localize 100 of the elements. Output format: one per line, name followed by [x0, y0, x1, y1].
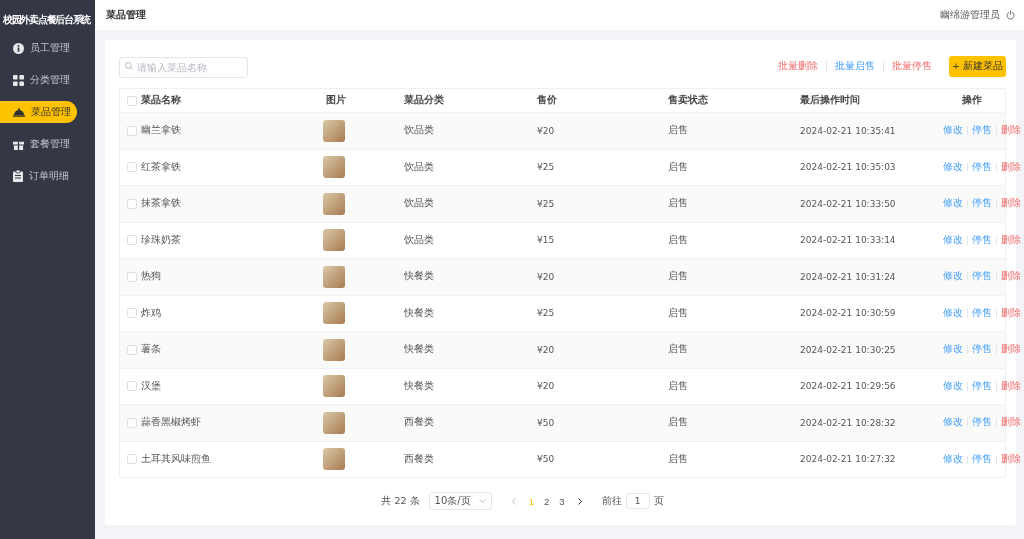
row-action-link[interactable]: 停售: [968, 306, 996, 320]
new-dish-button[interactable]: + 新建菜品: [949, 55, 1006, 77]
row-action-link[interactable]: 停售: [968, 270, 996, 284]
dish-name: 土耳其风味煎鱼: [141, 452, 212, 466]
status-cell-text: 启售: [668, 379, 689, 393]
row-action-link[interactable]: 删除: [997, 233, 1024, 247]
clipboard-icon: [13, 170, 23, 182]
photo-placeholder: [323, 302, 345, 325]
row-checkbox[interactable]: [127, 344, 137, 355]
row-action-link[interactable]: 删除: [997, 379, 1024, 393]
status-cell-text: 启售: [668, 233, 689, 247]
row-action-link[interactable]: 修改: [939, 379, 967, 393]
row-action-link[interactable]: 删除: [997, 416, 1024, 430]
row-action-link[interactable]: 修改: [939, 270, 967, 284]
next-page-icon[interactable]: [577, 497, 582, 505]
row-action-link[interactable]: 停售: [968, 197, 996, 211]
row-action-link[interactable]: 删除: [997, 306, 1024, 320]
category-cell-text: 饮品类: [404, 197, 435, 211]
photo-placeholder: [323, 375, 345, 398]
timestamp-cell-text: 2024-02-21 10:35:03: [800, 162, 897, 173]
page-input[interactable]: 1: [625, 493, 650, 509]
row-action-link[interactable]: 修改: [939, 452, 967, 466]
cloche-icon: [13, 107, 25, 117]
row-checkbox[interactable]: [127, 198, 137, 209]
category-cell-text: 西餐类: [404, 452, 435, 466]
timestamp-cell-text: 2024-02-21 10:30:59: [800, 308, 897, 319]
row-action-link[interactable]: 停售: [968, 233, 996, 247]
price-cell-text: ¥25: [537, 198, 556, 209]
prev-page-icon[interactable]: [511, 497, 516, 505]
page-number[interactable]: 2: [538, 495, 555, 507]
dish-name: 薯条: [141, 343, 162, 357]
category-cell-text: 快餐类: [404, 306, 435, 320]
row-action-link[interactable]: 修改: [939, 306, 967, 320]
row-checkbox[interactable]: [127, 271, 137, 282]
row-action-link[interactable]: 停售: [968, 160, 996, 174]
row-action-link[interactable]: 删除: [997, 452, 1024, 466]
row-checkbox[interactable]: [127, 125, 137, 136]
dish-name: 热狗: [141, 270, 162, 284]
photo-placeholder: [323, 229, 345, 252]
row-action-link[interactable]: 停售: [968, 379, 996, 393]
row-action-link[interactable]: 删除: [997, 124, 1024, 138]
timestamp-cell-text: 2024-02-21 10:31:24: [800, 271, 897, 282]
price-cell-text: ¥20: [537, 344, 556, 355]
row-action-link[interactable]: 删除: [997, 160, 1024, 174]
category-cell-text: 快餐类: [404, 270, 435, 284]
row-action-link[interactable]: 停售: [968, 124, 996, 138]
price-cell-text: ¥50: [537, 454, 556, 465]
timestamp-cell-text: 2024-02-21 10:30:25: [800, 344, 897, 355]
row-checkbox[interactable]: [127, 454, 137, 465]
row-checkbox[interactable]: [127, 308, 137, 319]
sidebar-item[interactable]: 员工管理: [0, 37, 77, 59]
dish-name: 红茶拿铁: [141, 160, 182, 174]
row-checkbox[interactable]: [127, 235, 137, 246]
row-checkbox[interactable]: [127, 162, 137, 173]
info-icon: [13, 42, 24, 54]
goto-label: 前往: [601, 494, 622, 508]
photo-placeholder: [323, 192, 345, 215]
timestamp-cell-text: 2024-02-21 10:28:32: [800, 417, 897, 428]
sidebar-item[interactable]: 套餐管理: [0, 133, 77, 155]
price-cell-text: ¥25: [537, 162, 556, 173]
row-checkbox[interactable]: [127, 417, 137, 428]
sidebar-item[interactable]: 订单明细: [0, 165, 77, 187]
row-action-link[interactable]: 修改: [939, 197, 967, 211]
sidebar-item[interactable]: 菜品管理: [0, 101, 77, 123]
photo-placeholder: [323, 119, 345, 142]
dish-name: 抹茶拿铁: [141, 197, 182, 211]
timestamp-cell-text: 2024-02-21 10:35:41: [800, 125, 897, 136]
app-title: 校园外卖点餐后台系统: [2, 13, 92, 27]
row-action-link[interactable]: 修改: [939, 343, 967, 357]
status-cell-text: 启售: [668, 124, 689, 138]
timestamp-cell-text: 2024-02-21 10:33:14: [800, 235, 897, 246]
row-checkbox[interactable]: [127, 381, 137, 392]
row-action-link[interactable]: 停售: [968, 343, 996, 357]
column-header: 售价: [537, 94, 558, 107]
category-cell-text: 饮品类: [404, 233, 435, 247]
batch-action-link[interactable]: 批量停售: [884, 59, 940, 73]
search-field[interactable]: 请输入菜品名称: [119, 56, 248, 78]
batch-action-link[interactable]: 批量启售: [827, 59, 883, 73]
timestamp-cell-text: 2024-02-21 10:29:56: [800, 381, 897, 392]
batch-action-link[interactable]: 批量删除: [770, 59, 826, 73]
row-action-link[interactable]: 修改: [939, 416, 967, 430]
row-action-link[interactable]: 删除: [997, 270, 1024, 284]
row-action-link[interactable]: 停售: [968, 452, 996, 466]
page-size-select[interactable]: 10条/页: [428, 492, 492, 510]
row-action-link[interactable]: 停售: [968, 416, 996, 430]
row-checkbox[interactable]: [127, 95, 137, 106]
row-action-link[interactable]: 修改: [939, 160, 967, 174]
page-number[interactable]: 1: [523, 495, 539, 507]
price-cell-text: ¥20: [537, 271, 556, 282]
power-icon[interactable]: [1006, 10, 1015, 20]
user-name[interactable]: 幽绵游管理员: [940, 8, 1000, 22]
sidebar-item[interactable]: 分类管理: [0, 69, 77, 91]
dish-name: 珍珠奶茶: [141, 233, 182, 247]
page-title: 菜品管理: [106, 8, 147, 22]
row-action-link[interactable]: 删除: [997, 197, 1024, 211]
row-action-link[interactable]: 删除: [997, 343, 1024, 357]
row-action-link[interactable]: 修改: [939, 124, 967, 138]
page-number[interactable]: 3: [554, 495, 570, 507]
category-cell-text: 快餐类: [404, 379, 435, 393]
row-action-link[interactable]: 修改: [939, 233, 967, 247]
